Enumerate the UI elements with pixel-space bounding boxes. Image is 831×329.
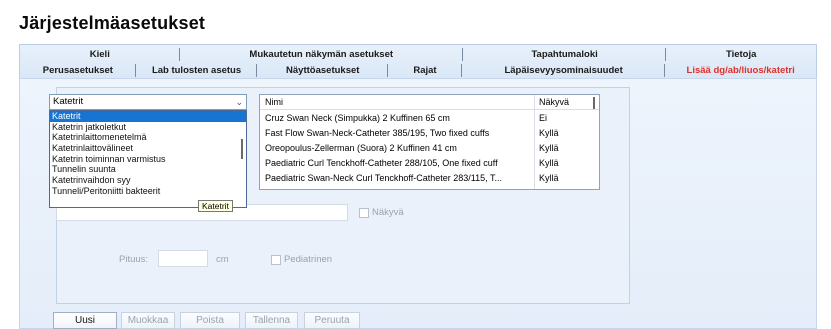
cell-name: Paediatric Curl Tenckhoff-Catheter 288/1… (265, 158, 498, 168)
dropdown-scrollbar[interactable] (241, 139, 243, 159)
table-row[interactable]: Paediatric Curl Tenckhoff-Catheter 288/1… (260, 156, 599, 170)
save-button[interactable]: Tallenna (245, 312, 298, 329)
table-row[interactable]: Paediatric Swan-Neck Curl Tenckhoff-Cath… (260, 171, 599, 185)
page-title: Järjestelmäasetukset (19, 13, 206, 33)
table-row[interactable]: Cruz Swan Neck (Simpukka) 2 Kuffinen 65 … (260, 111, 599, 125)
tooltip: Katetrit (198, 200, 233, 212)
column-header-name[interactable]: Nimi (265, 95, 535, 109)
header-divider (260, 109, 599, 110)
dropdown-option[interactable]: Katetrinlaittovälineet (50, 143, 246, 154)
tab-add-dg-ab-solution-catheter[interactable]: Lisää dg/ab/liuos/katetri (665, 63, 816, 78)
cell-visible: Kyllä (539, 158, 559, 168)
dropdown-option[interactable]: Katetrin toiminnan varmistus (50, 154, 246, 165)
tab-about[interactable]: Tietoja (666, 47, 816, 62)
dropdown-option[interactable]: Tunneli/Peritoniitti bakteerit (50, 186, 246, 197)
edit-button[interactable]: Muokkaa (121, 312, 175, 329)
length-unit: cm (216, 254, 229, 265)
cell-name: Paediatric Swan-Neck Curl Tenckhoff-Cath… (265, 173, 502, 183)
table-row[interactable]: Oreopoulus-Zellerman (Suora) 2 Kuffinen … (260, 141, 599, 155)
length-label: Pituus: (119, 254, 149, 265)
tab-permeability-properties[interactable]: Läpäisevyysominaisuudet (462, 63, 666, 78)
tab-limits[interactable]: Rajat (388, 63, 462, 78)
visible-label: Näkyvä (372, 207, 404, 218)
column-header-visible[interactable]: Näkyvä (539, 95, 569, 109)
dropdown-option[interactable]: Katetrinvaihdon syy (50, 175, 246, 186)
category-select-value: Katetrit (53, 96, 84, 107)
tab-event-log[interactable]: Tapahtumaloki (463, 47, 667, 62)
new-button[interactable]: Uusi (53, 312, 117, 329)
tab-row-2: Perusasetukset Lab tulosten asetus Näytt… (20, 63, 816, 78)
chevron-down-icon[interactable]: ⌄ (235, 95, 243, 109)
items-table[interactable]: Nimi Näkyvä Cruz Swan Neck (Simpukka) 2 … (259, 94, 600, 190)
tab-lab-results-settings[interactable]: Lab tulosten asetus (136, 63, 258, 78)
cell-visible: Kyllä (539, 143, 559, 153)
table-header: Nimi Näkyvä (260, 95, 599, 109)
tab-basic-settings[interactable]: Perusasetukset (20, 63, 136, 78)
visible-checkbox[interactable] (359, 208, 369, 218)
table-row[interactable]: Fast Flow Swan-Neck-Catheter 385/195, Tw… (260, 126, 599, 140)
dropdown-option[interactable]: Katetrin jatkoletkut (50, 122, 246, 133)
cancel-button[interactable]: Peruuta (304, 312, 360, 329)
pediatric-label: Pediatrinen (284, 254, 333, 265)
cell-visible: Kyllä (539, 128, 559, 138)
length-input[interactable] (158, 250, 208, 267)
cell-name: Oreopoulus-Zellerman (Suora) 2 Kuffinen … (265, 143, 457, 153)
dropdown-option[interactable]: Katetrinlaittomenetelmä (50, 132, 246, 143)
dropdown-option[interactable]: Tunnelin suunta (50, 164, 246, 175)
tab-custom-view-settings[interactable]: Mukautetun näkymän asetukset (180, 47, 464, 62)
tab-row-1: Kieli Mukautetun näkymän asetukset Tapah… (20, 47, 816, 62)
pediatric-checkbox[interactable] (271, 255, 281, 265)
cell-name: Fast Flow Swan-Neck-Catheter 385/195, Tw… (265, 128, 490, 138)
tab-bar: Kieli Mukautetun näkymän asetukset Tapah… (19, 44, 817, 78)
tab-language[interactable]: Kieli (20, 47, 180, 62)
cell-visible: Ei (539, 113, 548, 123)
delete-button[interactable]: Poista (180, 312, 240, 329)
cell-visible: Kyllä (539, 173, 559, 183)
cell-name: Cruz Swan Neck (Simpukka) 2 Kuffinen 65 … (265, 113, 450, 123)
category-select[interactable]: Katetrit ⌄ (49, 94, 247, 110)
category-dropdown-list[interactable]: Katetrit Katetrin jatkoletkut Katetrinla… (49, 110, 247, 208)
dropdown-option[interactable]: Katetrit (50, 111, 246, 122)
tab-display-settings[interactable]: Näyttöasetukset (257, 63, 388, 78)
